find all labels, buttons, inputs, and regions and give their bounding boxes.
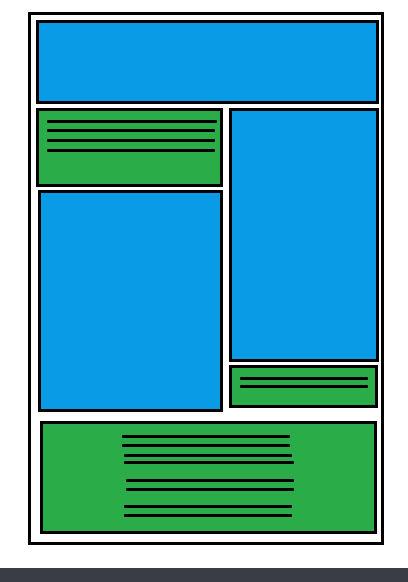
diagram-stage <box>0 0 408 582</box>
left-image-block <box>38 190 223 412</box>
text-line <box>240 385 368 388</box>
text-line <box>122 435 290 438</box>
right-text-lines <box>232 368 375 405</box>
text-line <box>240 377 368 380</box>
bottom-text-lines <box>43 424 374 531</box>
left-text-lines <box>39 111 220 184</box>
text-line <box>47 149 215 152</box>
right-text-block <box>229 365 378 408</box>
text-line <box>47 139 215 142</box>
right-image-block <box>229 108 379 362</box>
text-line <box>47 129 215 132</box>
text-line <box>47 120 217 123</box>
text-line <box>126 479 294 482</box>
text-line <box>122 444 290 447</box>
header-image-block <box>36 20 379 104</box>
left-text-block <box>36 108 223 187</box>
text-line <box>124 514 292 517</box>
page-layout-frame <box>28 12 384 545</box>
window-bottom-bar <box>0 568 408 582</box>
text-line <box>124 461 294 464</box>
text-line <box>124 454 292 457</box>
text-line <box>126 488 294 491</box>
text-line <box>124 505 292 508</box>
bottom-text-block <box>40 421 377 534</box>
